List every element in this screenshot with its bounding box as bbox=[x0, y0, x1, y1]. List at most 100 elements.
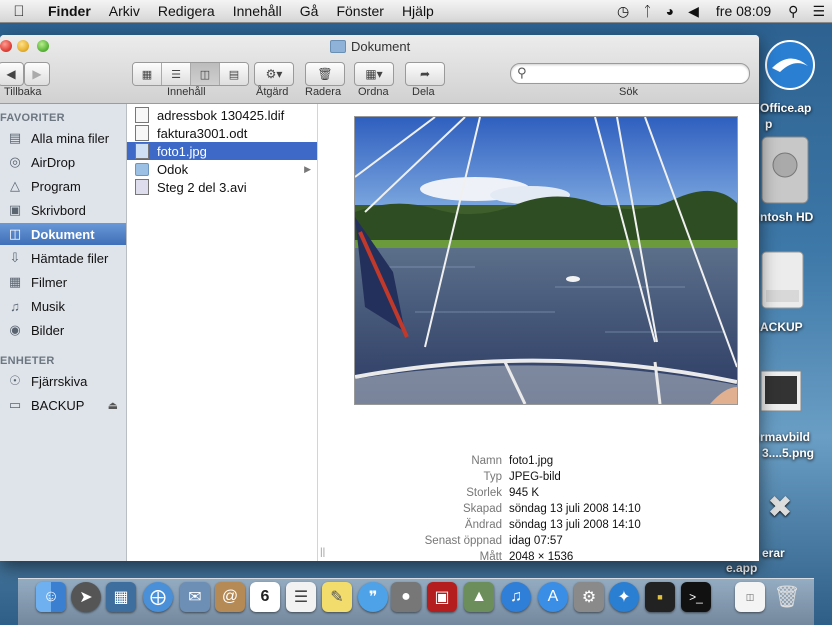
finder-window: Dokument ◀ ▶ Tillbaka ▦ ☰ ◫ ▤ Innehåll ⚙… bbox=[0, 35, 759, 561]
info-modified-row: Ändrad söndag 13 juli 2008 14:10 bbox=[332, 519, 759, 535]
sidebar-item-fjarrskiva[interactable]: ☉ Fjärrskiva bbox=[0, 370, 126, 392]
office-app-icon[interactable] bbox=[760, 38, 820, 93]
volume-icon[interactable]: ◀ bbox=[681, 3, 706, 20]
console-dock-icon[interactable]: ■ bbox=[645, 582, 675, 612]
time-machine-icon[interactable]: ◷ bbox=[610, 3, 636, 20]
file-row-faktura[interactable]: faktura3001.odt bbox=[127, 124, 317, 142]
info-key: Typ bbox=[483, 471, 502, 483]
sidebar-item-all-files[interactable]: ▤ Alla mina filer bbox=[0, 127, 126, 149]
menu-innehall[interactable]: Innehåll bbox=[224, 3, 291, 19]
info-key: Ändrad bbox=[464, 519, 502, 531]
sidebar-item-bilder[interactable]: ◉ Bilder bbox=[0, 319, 126, 341]
column-resize-handle[interactable]: || bbox=[320, 547, 325, 558]
close-button[interactable] bbox=[0, 40, 12, 52]
mission-control-dock-icon[interactable]: ▦ bbox=[106, 582, 136, 612]
sidebar-item-skrivbord[interactable]: ▣ Skrivbord bbox=[0, 199, 126, 221]
devices-header: ENHETER bbox=[0, 355, 55, 367]
openoffice-dock-icon[interactable]: ✦ bbox=[609, 582, 639, 612]
sidebar-item-airdrop[interactable]: ◎ AirDrop bbox=[0, 151, 126, 173]
file-name: faktura3001.odt bbox=[157, 125, 248, 141]
sidebar-item-dokument[interactable]: ◫ Dokument bbox=[0, 223, 126, 245]
info-type-row: Typ JPEG-bild bbox=[332, 471, 759, 487]
launchpad-dock-icon[interactable]: ➤ bbox=[71, 582, 101, 612]
bluetooth-icon[interactable]: ᛏ bbox=[636, 3, 658, 19]
file-row-odok[interactable]: Odok ▶ bbox=[127, 160, 317, 178]
menu-finder[interactable]: Finder bbox=[38, 3, 100, 19]
contacts-dock-icon[interactable]: @ bbox=[215, 582, 245, 612]
menu-fonster[interactable]: Fönster bbox=[327, 3, 392, 19]
backup-drive-icon[interactable] bbox=[760, 250, 805, 310]
document-dock-icon[interactable]: ◫ bbox=[735, 582, 765, 612]
menu-arkiv[interactable]: Arkiv bbox=[100, 3, 149, 19]
minimize-button[interactable] bbox=[17, 40, 29, 52]
file-row-steg2[interactable]: Steg 2 del 3.avi bbox=[127, 178, 317, 196]
system-preferences-dock-icon[interactable]: ⚙ bbox=[574, 582, 604, 612]
file-row-foto1[interactable]: foto1.jpg bbox=[127, 142, 317, 160]
screenshot-file-icon[interactable] bbox=[760, 370, 802, 412]
photo-booth-dock-icon[interactable]: ▣ bbox=[427, 582, 457, 612]
messages-dock-icon[interactable]: ❞ bbox=[358, 582, 388, 612]
drive-icon: ▭ bbox=[8, 397, 22, 412]
file-row-adressbok[interactable]: adressbok 130425.ldif bbox=[127, 106, 317, 124]
menu-ga[interactable]: Gå bbox=[291, 3, 328, 19]
video-file-icon bbox=[135, 179, 149, 195]
sidebar-item-label: Dokument bbox=[31, 226, 95, 242]
sidebar-item-label: Program bbox=[31, 178, 81, 194]
info-value: idag 07:57 bbox=[509, 535, 563, 547]
safari-dock-icon[interactable]: ⨁ bbox=[143, 582, 173, 612]
apple-menu-icon[interactable]:  bbox=[0, 3, 38, 20]
sidebar-item-program[interactable]: △ Program bbox=[0, 175, 126, 197]
list-view-button[interactable]: ☰ bbox=[162, 63, 191, 85]
search-input[interactable] bbox=[533, 65, 742, 82]
menu-redigera[interactable]: Redigera bbox=[149, 3, 224, 19]
sidebar-item-backup[interactable]: ▭ BACKUP ⏏ bbox=[0, 394, 126, 416]
documents-icon: ◫ bbox=[8, 226, 22, 241]
itunes-dock-icon[interactable]: ♫ bbox=[501, 582, 531, 612]
wifi-icon[interactable]: ◕ bbox=[659, 3, 681, 19]
sidebar-item-label: Skrivbord bbox=[31, 202, 86, 218]
icon-view-button[interactable]: ▦ bbox=[133, 63, 162, 85]
zoom-button[interactable] bbox=[37, 40, 49, 52]
coverflow-view-button[interactable]: ▤ bbox=[220, 63, 248, 85]
preview-pane: Namn foto1.jpg Typ JPEG-bild Storlek 945… bbox=[332, 104, 759, 561]
music-icon: ♫ bbox=[10, 298, 20, 314]
sidebar-item-musik[interactable]: ♫ Musik bbox=[0, 295, 126, 317]
trash-dock-icon[interactable]: 🗑 bbox=[772, 582, 802, 612]
forward-button[interactable]: ▶ bbox=[24, 62, 50, 86]
mail-dock-icon[interactable]: ✉ bbox=[180, 582, 210, 612]
arrange-button[interactable]: ▦▾ bbox=[354, 62, 394, 86]
info-created-row: Skapad söndag 13 juli 2008 14:10 bbox=[332, 503, 759, 519]
info-key: Skapad bbox=[462, 503, 502, 515]
column-view-button[interactable]: ◫ bbox=[191, 63, 220, 85]
iphoto-dock-icon[interactable]: ▲ bbox=[464, 582, 494, 612]
menu-hjalp[interactable]: Hjälp bbox=[393, 3, 443, 19]
notes-dock-icon[interactable]: ✎ bbox=[322, 582, 352, 612]
finder-dock-icon[interactable]: ☺ bbox=[36, 582, 66, 612]
file-name: foto1.jpg bbox=[157, 143, 207, 159]
all-files-icon: ▤ bbox=[8, 130, 22, 145]
eject-icon[interactable]: ⏏ bbox=[108, 399, 118, 412]
app-store-dock-icon[interactable]: A bbox=[538, 582, 568, 612]
hard-drive-icon[interactable] bbox=[760, 135, 810, 205]
search-field[interactable]: ⚲ bbox=[510, 63, 750, 84]
sidebar-item-filmer[interactable]: ▦ Filmer bbox=[0, 271, 126, 293]
sidebar-item-hamtade-filer[interactable]: ⇩ Hämtade filer bbox=[0, 247, 126, 269]
terminal-dock-icon[interactable]: >_ bbox=[681, 582, 711, 612]
notification-list-icon[interactable]: ☰ bbox=[805, 3, 832, 20]
desktop-label-skarmavbild: rmavbild bbox=[760, 430, 811, 444]
facetime-dock-icon[interactable]: ● bbox=[391, 582, 421, 612]
sidebar-item-label: Musik bbox=[31, 298, 65, 314]
spotlight-icon[interactable]: ⚲ bbox=[781, 3, 805, 20]
clock[interactable]: fre 08:09 bbox=[706, 3, 781, 19]
delete-button[interactable]: 🗑 bbox=[305, 62, 345, 86]
reminders-dock-icon[interactable]: ☰ bbox=[286, 582, 316, 612]
action-button[interactable]: ⚙▾ bbox=[254, 62, 294, 86]
sidebar-item-label: BACKUP bbox=[31, 397, 85, 413]
back-button[interactable]: ◀ bbox=[0, 62, 24, 86]
calendar-dock-icon[interactable]: 6 bbox=[250, 582, 280, 612]
sidebar-item-label: Fjärrskiva bbox=[31, 373, 88, 389]
info-key: Storlek bbox=[466, 487, 502, 499]
app-file-icon[interactable]: ✖ bbox=[760, 490, 800, 530]
share-button[interactable]: ➦ bbox=[405, 62, 445, 86]
info-key: Mått bbox=[479, 551, 502, 561]
